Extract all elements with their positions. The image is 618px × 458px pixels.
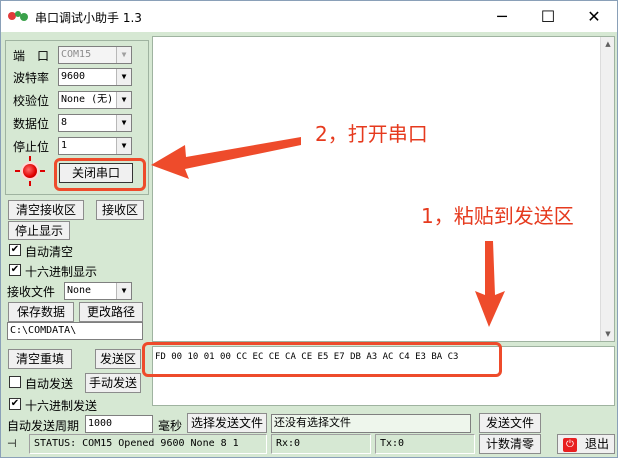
step-1-annotation: 1，粘贴到发送区 <box>421 204 574 228</box>
title-bar[interactable]: 串口调试小助手 1.3 ─ ☐ ✕ <box>1 1 617 32</box>
send-area-button[interactable]: 发送区 <box>95 349 141 369</box>
receive-text-area[interactable]: ▲ ▼ <box>152 36 615 342</box>
status-text: STATUS: COM15 Opened 9600 None 8 1 <box>29 434 267 454</box>
led-ray <box>15 170 20 172</box>
exit-label: 退出 <box>584 437 609 451</box>
stopbits-label: 停止位 <box>13 140 50 154</box>
stopbits-select[interactable]: 1 ▼ <box>58 137 132 155</box>
hex-send-checkbox[interactable]: ✔ <box>9 398 21 410</box>
receive-file-select-value: None <box>67 285 92 296</box>
close-button[interactable]: ✕ <box>571 1 617 32</box>
rx-counter: Rx:0 <box>271 434 371 454</box>
app-window: 串口调试小助手 1.3 ─ ☐ ✕ 端 口 COM15 ▼ 波特率 9600 ▼… <box>0 0 618 458</box>
period-unit-label: 毫秒 <box>158 419 183 433</box>
chevron-down-icon: ▼ <box>116 283 131 299</box>
hex-display-label: 十六进制显示 <box>25 265 98 279</box>
close-port-highlight <box>54 158 146 191</box>
port-select[interactable]: COM15 ▼ <box>58 46 132 64</box>
parity-select[interactable]: None (无) ▼ <box>58 91 132 109</box>
send-period-label: 自动发送周期 <box>7 419 80 433</box>
auto-send-checkbox[interactable] <box>9 376 21 388</box>
clear-receive-button[interactable]: 清空接收区 <box>8 200 84 220</box>
exit-button[interactable]: ⏻ 退出 <box>557 434 615 454</box>
select-send-file-button[interactable]: 选择发送文件 <box>187 413 267 433</box>
save-path-field[interactable]: C:\COMDATA\ <box>7 322 143 340</box>
chevron-down-icon: ▼ <box>116 92 131 108</box>
clear-send-button[interactable]: 清空重填 <box>8 349 72 369</box>
receive-scrollbar[interactable]: ▲ ▼ <box>600 37 614 341</box>
stop-display-button[interactable]: 停止显示 <box>8 221 70 240</box>
led-ray <box>29 156 31 161</box>
databits-select[interactable]: 8 ▼ <box>58 114 132 132</box>
port-status-led-icon <box>23 164 37 178</box>
chevron-down-icon: ▼ <box>116 115 131 131</box>
hex-display-checkbox[interactable]: ✔ <box>9 264 21 276</box>
step-2-annotation: 2，打开串口 <box>315 122 428 146</box>
baud-select-value: 9600 <box>61 71 86 82</box>
stopbits-select-value: 1 <box>61 140 68 151</box>
auto-clear-label: 自动清空 <box>25 245 74 259</box>
scroll-up-icon[interactable]: ▲ <box>601 37 615 51</box>
pin-icon[interactable]: ⊣ <box>7 437 17 450</box>
baud-label: 波特率 <box>13 71 50 85</box>
selected-file-display: 还没有选择文件 <box>271 414 471 433</box>
port-label: 端 口 <box>13 49 50 63</box>
minimize-button[interactable]: ─ <box>479 1 525 32</box>
send-period-input[interactable]: 1000 <box>85 415 153 433</box>
databits-label: 数据位 <box>13 117 50 131</box>
hex-send-label: 十六进制发送 <box>25 399 98 413</box>
send-file-button[interactable]: 发送文件 <box>479 413 541 433</box>
receive-file-label: 接收文件 <box>7 285 56 299</box>
auto-send-label: 自动发送 <box>25 377 74 391</box>
change-path-button[interactable]: 更改路径 <box>79 302 143 322</box>
save-data-button[interactable]: 保存数据 <box>8 302 74 322</box>
receive-file-select[interactable]: None ▼ <box>64 282 132 300</box>
parity-select-value: None (无) <box>61 94 114 105</box>
power-icon: ⏻ <box>562 437 577 452</box>
chevron-down-icon: ▼ <box>116 138 131 154</box>
count-clear-button[interactable]: 计数清零 <box>479 434 541 454</box>
scroll-down-icon[interactable]: ▼ <box>601 327 615 341</box>
led-ray <box>29 181 31 186</box>
tx-counter: Tx:0 <box>375 434 475 454</box>
app-logo-icon <box>8 11 28 21</box>
databits-select-value: 8 <box>61 117 68 128</box>
chevron-down-icon: ▼ <box>116 47 131 63</box>
receive-area-button[interactable]: 接收区 <box>96 200 144 220</box>
maximize-button[interactable]: ☐ <box>525 1 571 32</box>
chevron-down-icon: ▼ <box>116 69 131 85</box>
window-title: 串口调试小助手 1.3 <box>35 11 142 25</box>
manual-send-button[interactable]: 手动发送 <box>85 373 141 393</box>
baud-select[interactable]: 9600 ▼ <box>58 68 132 86</box>
led-ray <box>40 170 45 172</box>
parity-label: 校验位 <box>13 94 50 108</box>
port-select-value: COM15 <box>61 49 92 60</box>
send-content-highlight <box>142 342 502 377</box>
auto-clear-checkbox[interactable]: ✔ <box>9 244 21 256</box>
